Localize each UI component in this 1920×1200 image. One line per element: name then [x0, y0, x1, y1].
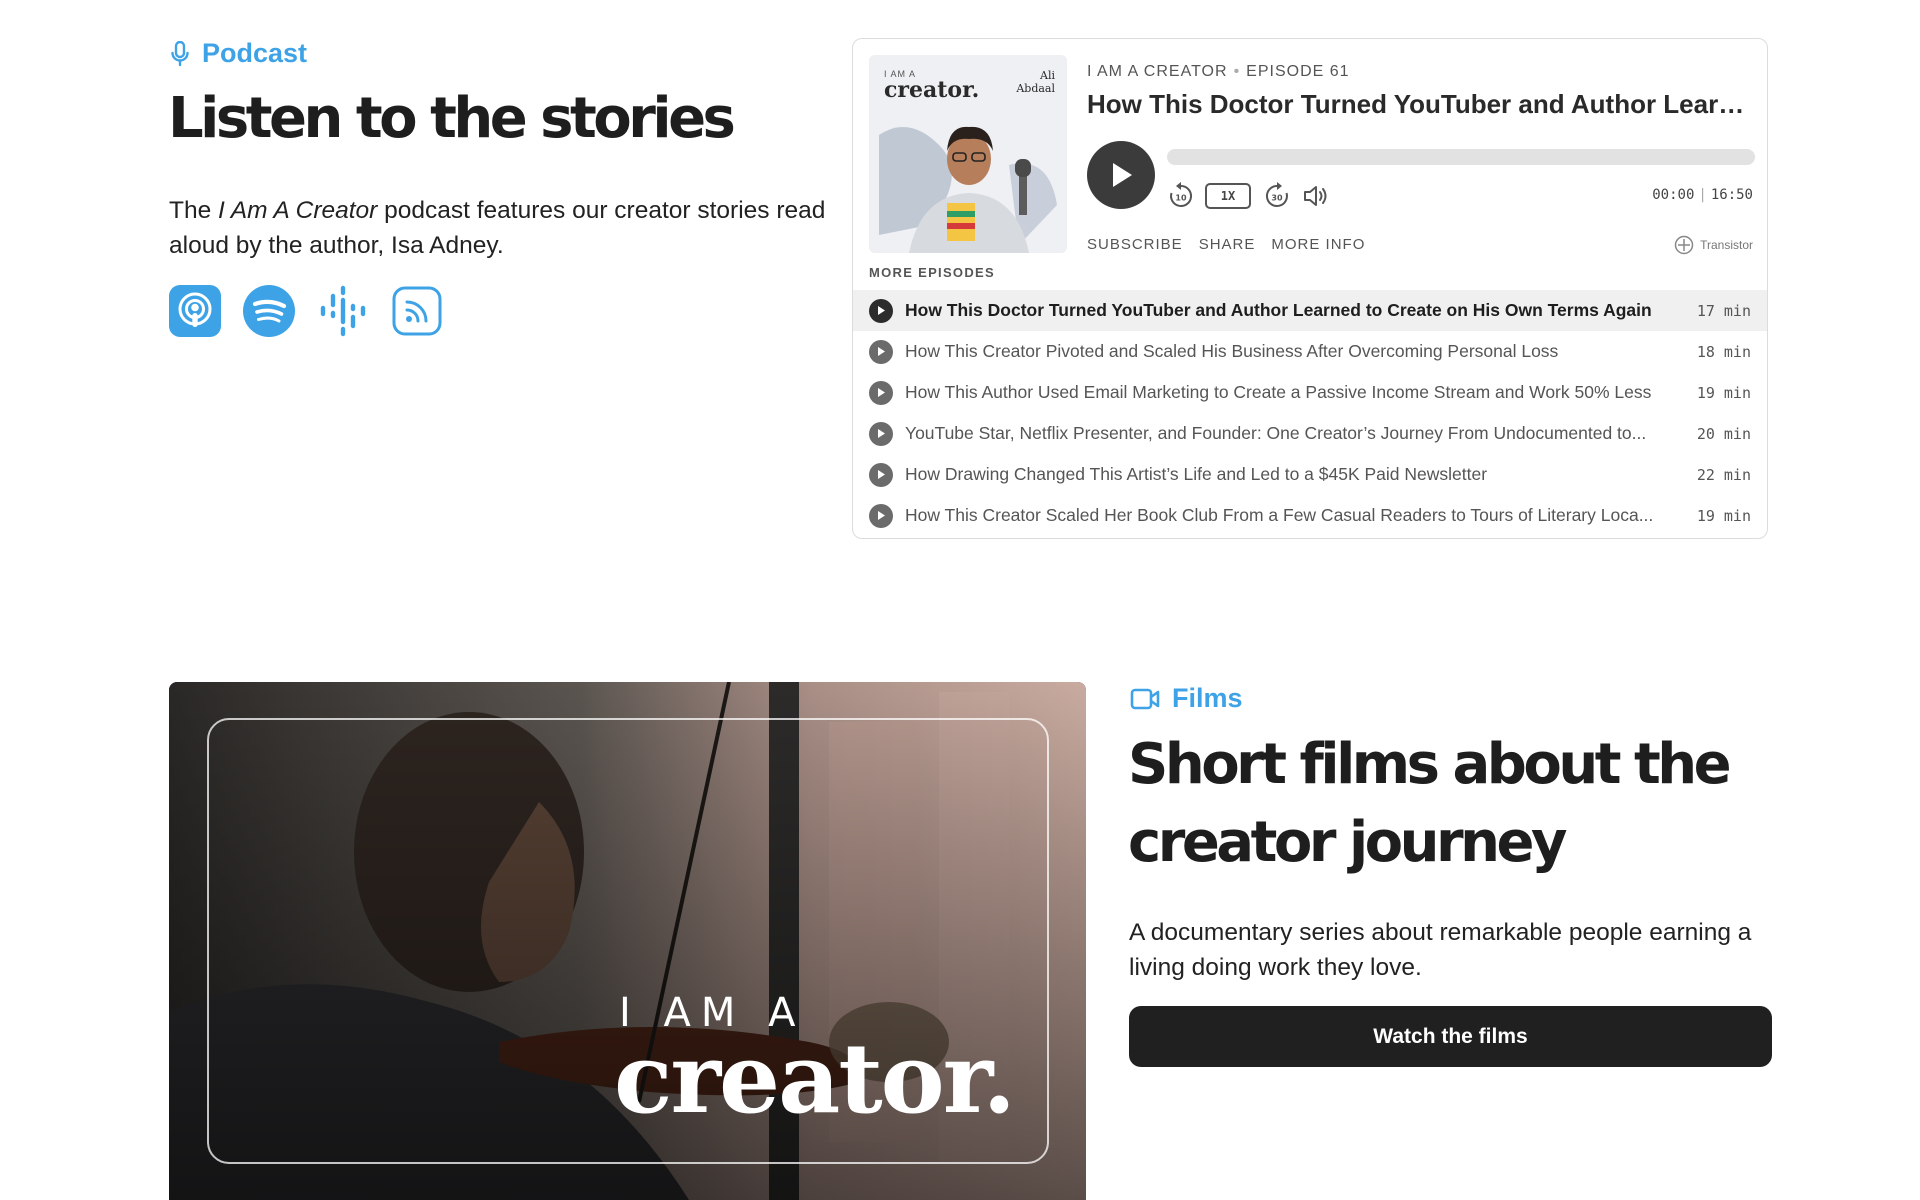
- transistor-label: Transistor: [1700, 238, 1753, 252]
- more-episodes-label: MORE EPISODES: [869, 265, 995, 280]
- more-info-link[interactable]: MORE INFO: [1271, 236, 1365, 253]
- episode-item[interactable]: YouTube Star, Netflix Presenter, and Fou…: [853, 413, 1767, 454]
- episode-item-duration: 22 min: [1696, 465, 1751, 484]
- episode-item[interactable]: How This Creator Scaled Her Book Club Fr…: [853, 495, 1767, 536]
- microphone-icon: [171, 40, 189, 66]
- forward-30-label: 30: [1271, 194, 1283, 203]
- subscribe-link[interactable]: SUBSCRIBE: [1087, 236, 1183, 253]
- rewind-10-button[interactable]: 10: [1165, 181, 1197, 211]
- player-links: SUBSCRIBE SHARE MORE INFO: [1087, 236, 1365, 253]
- volume-button[interactable]: [1301, 181, 1331, 211]
- total-duration: 16:50: [1710, 187, 1753, 203]
- episode-item-duration: 18 min: [1696, 342, 1751, 361]
- film-preview-image[interactable]: I AM A creator.: [169, 682, 1086, 1200]
- current-time: 00:00: [1652, 187, 1695, 203]
- episode-play-icon: [869, 503, 893, 528]
- video-camera-icon: [1130, 688, 1160, 709]
- episode-number: EPISODE 61: [1246, 63, 1350, 80]
- watch-films-button[interactable]: Watch the films: [1129, 1006, 1772, 1067]
- episode-item-title: How This Author Used Email Marketing to …: [905, 382, 1652, 402]
- play-icon: [1113, 163, 1132, 187]
- episode-item-title: How Drawing Changed This Artist’s Life a…: [905, 464, 1488, 484]
- rewind-10-icon: 10: [1170, 182, 1193, 207]
- episode-play-icon: [869, 380, 893, 405]
- share-link[interactable]: SHARE: [1199, 236, 1256, 253]
- episode-play-icon: [869, 298, 893, 323]
- time-separator: |: [1698, 187, 1707, 203]
- episode-item-title: How This Creator Scaled Her Book Club Fr…: [905, 505, 1654, 525]
- episode-item-duration: 20 min: [1696, 424, 1751, 443]
- films-kicker: Films: [1130, 683, 1243, 714]
- spotify-link[interactable]: [243, 285, 295, 337]
- episode-item[interactable]: How Drawing Changed This Artist’s Life a…: [853, 454, 1767, 495]
- films-description: A documentary series about remarkable pe…: [1129, 919, 1752, 981]
- cover-author-first: Ali: [1040, 69, 1055, 82]
- forward-30-button[interactable]: 30: [1261, 181, 1293, 211]
- apple-podcasts-link[interactable]: [169, 285, 221, 337]
- episode-meta: I AM A CREATOR • EPISODE 61: [1087, 63, 1350, 81]
- podcast-description: The I Am A Creator podcast features our …: [169, 193, 829, 263]
- volume-icon: [1304, 186, 1327, 206]
- rss-feed-link[interactable]: [391, 285, 443, 337]
- episode-item[interactable]: How This Doctor Turned YouTuber and Auth…: [853, 290, 1767, 331]
- progress-bar[interactable]: [1167, 149, 1755, 165]
- episode-item[interactable]: How This Creator Pivoted and Scaled His …: [853, 331, 1767, 372]
- cover-title: creator.: [884, 77, 980, 103]
- podcast-player: I AM A creator. Ali Abdaal I AM A CREATO…: [852, 38, 1768, 539]
- episode-item-title: YouTube Star, Netflix Presenter, and Fou…: [905, 423, 1647, 443]
- podcast-name: I Am A Creator: [218, 197, 378, 224]
- cover-author-last: Abdaal: [1016, 82, 1055, 95]
- podcast-title: Listen to the stories: [168, 86, 736, 151]
- films-kicker-label: Films: [1172, 683, 1243, 713]
- episode-item-duration: 19 min: [1696, 506, 1751, 525]
- transistor-brand-link[interactable]: Transistor: [1674, 235, 1753, 255]
- podcast-description-prefix: The: [169, 197, 219, 224]
- episode-item-duration: 19 min: [1696, 383, 1751, 402]
- meta-separator: •: [1233, 63, 1241, 80]
- playback-speed-button[interactable]: 1X: [1205, 183, 1251, 209]
- time-display: 00:00 | 16:50: [1652, 187, 1753, 203]
- film-overlay-title: creator.: [614, 1022, 1016, 1135]
- episode-item-title: How This Doctor Turned YouTuber and Auth…: [905, 300, 1652, 320]
- show-name: I AM A CREATOR: [1087, 63, 1228, 80]
- spotify-icon: [243, 285, 295, 337]
- films-title: Short films about the creator journey: [1128, 732, 1732, 875]
- episode-play-icon: [869, 462, 893, 487]
- google-podcasts-link[interactable]: [317, 285, 369, 337]
- google-podcasts-icon: [320, 285, 366, 337]
- episode-cover-art: I AM A creator. Ali Abdaal: [869, 55, 1067, 253]
- episode-title: How This Doctor Turned YouTuber and Auth…: [1087, 89, 1755, 119]
- episode-list: How This Doctor Turned YouTuber and Auth…: [853, 290, 1767, 536]
- episode-item[interactable]: How This Author Used Email Marketing to …: [853, 372, 1767, 413]
- rss-feed-icon: [392, 286, 442, 336]
- transistor-logo-icon: [1674, 235, 1694, 255]
- episode-play-icon: [869, 421, 893, 446]
- forward-30-icon: 30: [1265, 182, 1288, 207]
- podcast-platform-links: [169, 285, 443, 337]
- play-button[interactable]: [1087, 141, 1155, 209]
- cover-author: Ali Abdaal: [1016, 69, 1055, 95]
- rewind-10-label: 10: [1175, 194, 1187, 203]
- podcast-kicker-label: Podcast: [202, 38, 308, 68]
- episode-item-title: How This Creator Pivoted and Scaled His …: [905, 341, 1559, 361]
- podcast-kicker: Podcast: [170, 38, 307, 69]
- episode-play-icon: [869, 339, 893, 364]
- episode-item-duration: 17 min: [1696, 301, 1751, 320]
- apple-podcasts-icon: [169, 285, 221, 337]
